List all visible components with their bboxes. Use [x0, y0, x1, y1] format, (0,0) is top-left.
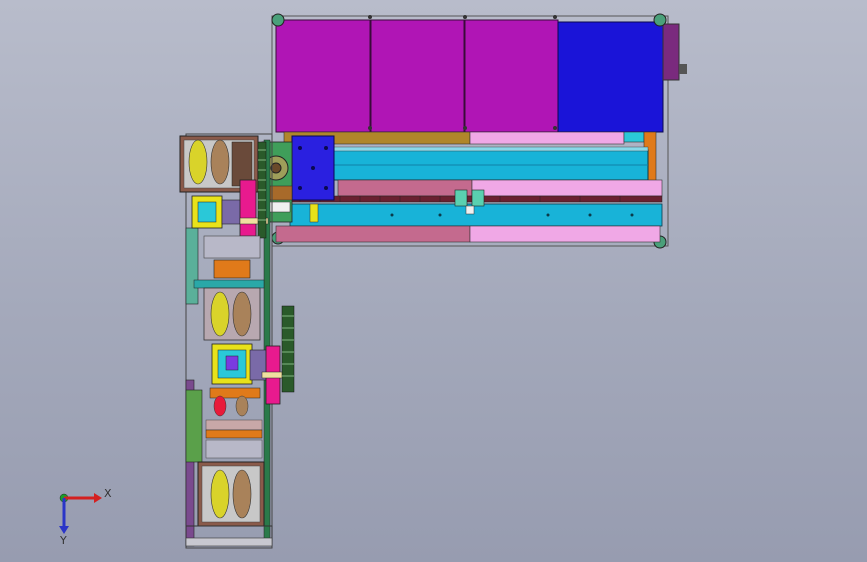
x-axis-label: X — [104, 487, 112, 500]
blue-panel — [557, 21, 664, 133]
magenta-panel-2 — [370, 19, 465, 133]
top-assembly — [261, 13, 687, 249]
green-side-plate — [185, 389, 203, 463]
cyan-rail-lower — [289, 203, 663, 227]
shoe-last — [210, 469, 230, 519]
magenta-panel-3 — [464, 19, 559, 133]
pink-strip — [469, 131, 625, 145]
caster-wheel — [271, 13, 285, 27]
slider-block — [471, 189, 485, 207]
slider-block — [454, 189, 468, 207]
coordinate-triad: X Y — [59, 487, 112, 547]
green-side-plate — [185, 227, 199, 305]
shoe-last — [232, 469, 252, 519]
y-axis-label: Y — [59, 534, 67, 547]
shoe-last — [210, 139, 230, 185]
orange-block — [213, 259, 251, 279]
pink-plate — [471, 179, 663, 197]
rose-plate — [337, 179, 473, 197]
pink-base-plate — [469, 225, 661, 243]
caster-wheel — [653, 13, 667, 27]
shoe-last — [188, 139, 208, 185]
cad-viewport[interactable]: X Y — [0, 0, 867, 562]
magenta-cylinder — [239, 179, 257, 237]
shoe-last — [210, 291, 230, 337]
shoe-last — [232, 291, 252, 337]
magenta-panel-1 — [275, 19, 371, 133]
gear-chain — [281, 305, 295, 393]
purple-side-block — [662, 23, 680, 81]
rose-base-plate — [275, 225, 471, 243]
